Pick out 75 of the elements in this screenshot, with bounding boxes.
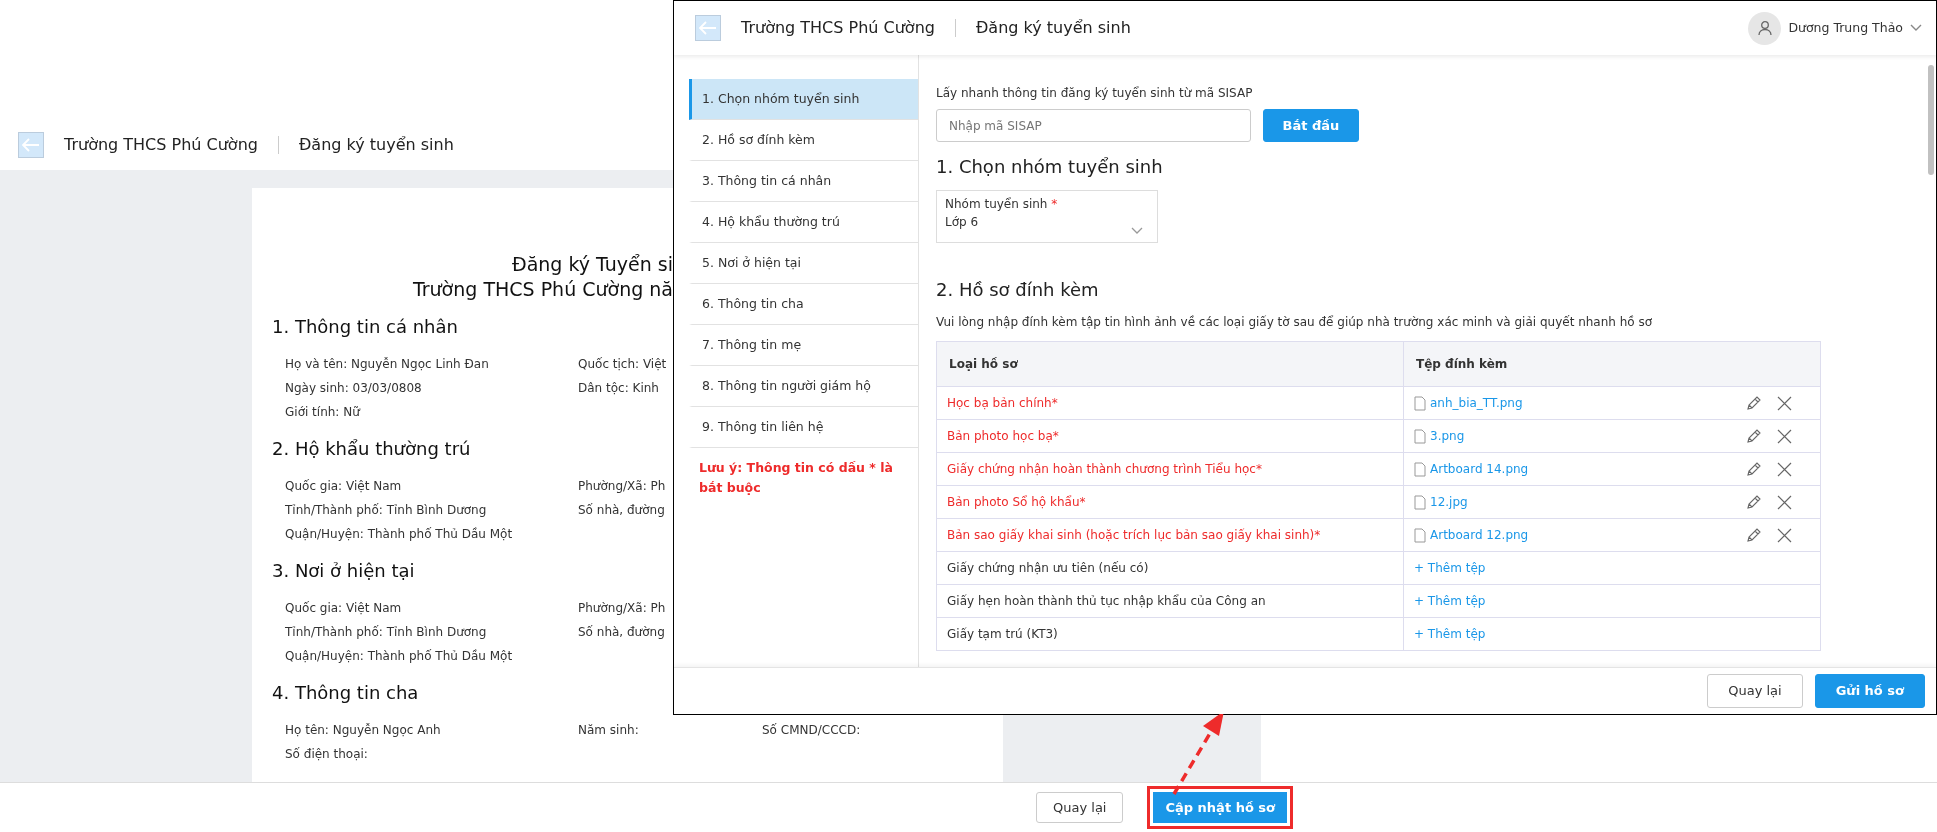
table-cell: Học bạ bản chính* xyxy=(936,386,1404,420)
file-icon xyxy=(1414,460,1426,478)
table-cell: Giấy chứng nhận ưu tiên (nếu có) xyxy=(936,551,1404,585)
document-title: Đăng ký Tuyển si xyxy=(510,252,673,277)
close-icon[interactable] xyxy=(1777,394,1792,412)
section-description: Vui lòng nhập đính kèm tập tin hình ảnh về các loại giấy tờ sau để giúp nhà trường xác minh và giải quyết nhanh hồ sơ xyxy=(936,314,1654,331)
sidebar-item[interactable]: 7. Thông tin mẹ xyxy=(689,325,918,366)
edit-icon[interactable] xyxy=(1745,460,1761,478)
info-field: Phường/Xã: Ph xyxy=(578,596,666,620)
section-heading: 2. Hồ sơ đính kèm xyxy=(936,278,1099,302)
close-icon[interactable] xyxy=(1777,493,1792,511)
info-field: Ngày sinh: 03/03/0808 xyxy=(285,376,422,400)
info-field: Số nhà, đường xyxy=(578,498,665,522)
required-note: Lưu ý: Thông tin có dấu * là bắt buộc xyxy=(698,459,894,497)
edit-icon[interactable] xyxy=(1745,427,1761,445)
info-field: Số điện thoại: xyxy=(285,742,368,766)
group-select[interactable]: Nhóm tuyển sinh * Lớp 6 xyxy=(936,190,1158,243)
page-title: Đăng ký tuyển sinh xyxy=(975,17,1131,39)
info-field: Quận/Huyện: Thành phố Thủ Dầu Một xyxy=(285,522,513,546)
sisap-input[interactable]: Nhập mã SISAP xyxy=(936,109,1251,142)
info-field: Quốc gia: Việt Nam xyxy=(285,596,402,620)
sidebar-item[interactable]: 6. Thông tin cha xyxy=(689,284,918,325)
edit-icon[interactable] xyxy=(1745,526,1761,544)
sidebar-item[interactable]: 2. Hồ sơ đính kèm xyxy=(689,120,918,161)
file-icon xyxy=(1414,493,1426,511)
back-button[interactable]: Quay lại xyxy=(1036,791,1124,824)
close-icon[interactable] xyxy=(1777,427,1792,445)
sidebar-item[interactable]: 5. Nơi ở hiện tại xyxy=(689,243,918,284)
column-header: Tệp đính kèm xyxy=(1403,341,1821,387)
sisap-label: Lấy nhanh thông tin đăng ký tuyển sinh từ mã SISAP xyxy=(936,85,1254,102)
sidebar-item[interactable]: 3. Thông tin cá nhân xyxy=(689,161,918,202)
info-field: Tỉnh/Thành phố: Tỉnh Bình Dương xyxy=(285,620,487,644)
file-icon xyxy=(1414,526,1426,544)
info-field: Quận/Huyện: Thành phố Thủ Dầu Một xyxy=(285,644,513,668)
scrollbar[interactable] xyxy=(1928,65,1934,175)
info-field: Quốc tịch: Việt xyxy=(578,352,667,376)
info-field: Số nhà, đường xyxy=(578,620,665,644)
info-field: Năm sinh: xyxy=(578,718,639,742)
sidebar-item[interactable]: 9. Thông tin liên hệ xyxy=(689,407,918,448)
info-field: Tỉnh/Thành phố: Tỉnh Bình Dương xyxy=(285,498,487,522)
avatar-icon xyxy=(1748,11,1782,45)
page-title: Đăng ký tuyển sinh xyxy=(298,134,454,156)
edit-icon[interactable] xyxy=(1745,394,1761,412)
document-title: Trường THCS Phú Cường nă xyxy=(411,277,673,302)
table-cell: Bản sao giấy khai sinh (hoặc trích lục bản sao giấy khai sinh)* xyxy=(936,518,1404,552)
info-field: Quốc gia: Việt Nam xyxy=(285,474,402,498)
section-heading: 2. Hộ khẩu thường trú xyxy=(272,437,471,461)
section-heading: 4. Thông tin cha xyxy=(272,681,419,705)
file-icon xyxy=(1414,394,1426,412)
column-header: Loại hồ sơ xyxy=(936,341,1404,387)
user-name[interactable]: Dương Trung Thảo xyxy=(1788,18,1903,38)
school-name: Trường THCS Phú Cường xyxy=(64,134,258,156)
section-heading: 1. Chọn nhóm tuyển sinh xyxy=(936,155,1163,179)
info-field: Giới tính: Nữ xyxy=(285,400,360,424)
info-field: Họ và tên: Nguyễn Ngọc Linh Đan xyxy=(285,352,489,376)
info-field: Số CMND/CCCD: xyxy=(762,718,861,742)
info-field: Họ tên: Nguyễn Ngọc Anh xyxy=(285,718,441,742)
section-heading: 1. Thông tin cá nhân xyxy=(272,315,458,339)
file-icon xyxy=(1414,427,1426,445)
table-cell: Bản photo học bạ* xyxy=(936,419,1404,453)
table-cell: Giấy hẹn hoàn thành thủ tục nhập khẩu của Công an xyxy=(936,584,1404,618)
sidebar-item[interactable]: 8. Thông tin người giám hộ xyxy=(689,366,918,407)
table-cell: Giấy tạm trú (KT3) xyxy=(936,617,1404,651)
sidebar-item[interactable]: 1. Chọn nhóm tuyển sinh xyxy=(689,79,918,120)
edit-icon[interactable] xyxy=(1745,493,1761,511)
close-icon[interactable] xyxy=(1777,460,1792,478)
info-field: Dân tộc: Kinh xyxy=(578,376,659,400)
info-field: Phường/Xã: Ph xyxy=(578,474,666,498)
school-name: Trường THCS Phú Cường xyxy=(741,17,935,39)
sidebar-item[interactable]: 4. Hộ khẩu thường trú xyxy=(689,202,918,243)
table-cell: Bản photo Sổ hộ khẩu* xyxy=(936,485,1404,519)
table-cell: Giấy chứng nhận hoàn thành chương trình Tiểu học* xyxy=(936,452,1404,486)
section-heading: 3. Nơi ở hiện tại xyxy=(272,559,415,583)
close-icon[interactable] xyxy=(1777,526,1792,544)
back-button[interactable]: Quay lại xyxy=(1707,674,1803,708)
